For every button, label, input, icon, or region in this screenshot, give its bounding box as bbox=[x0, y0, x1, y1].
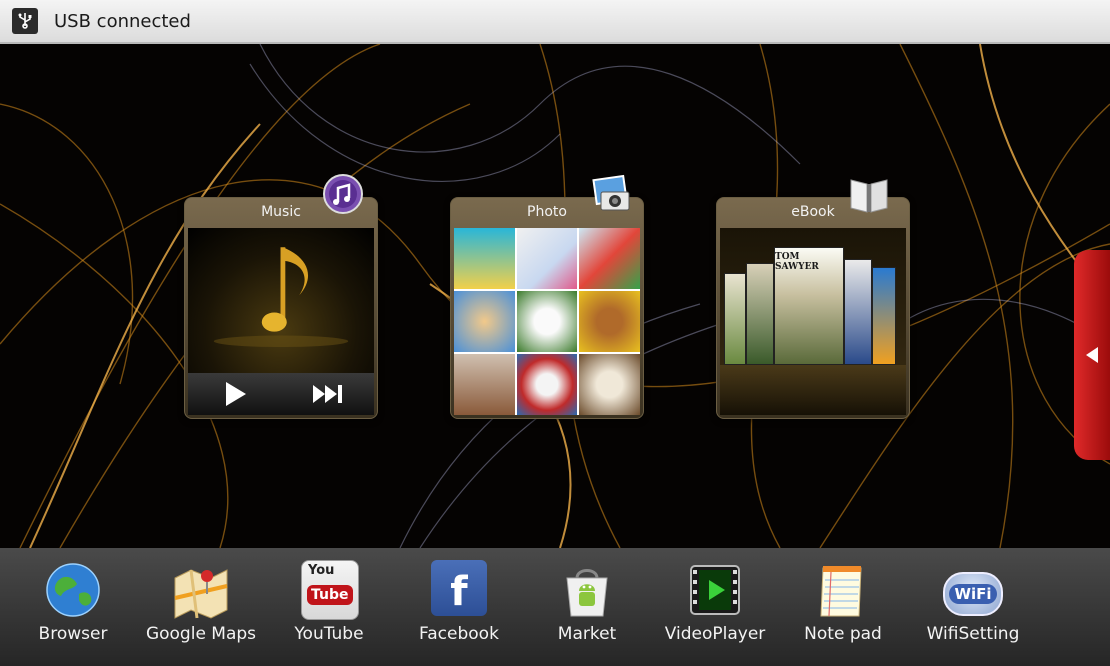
ebook-shelf: TOM SAWYER bbox=[720, 228, 906, 415]
photo-thumbnail[interactable] bbox=[579, 291, 640, 352]
dock-item-youtube[interactable]: You Tube YouTube bbox=[264, 548, 394, 666]
play-icon bbox=[225, 382, 246, 406]
home-screen: USB connected Music Photo eBook TOM SAWY… bbox=[0, 0, 1110, 666]
usb-icon bbox=[12, 8, 38, 34]
wifi-glyph: WiFi bbox=[949, 584, 997, 604]
wifi-icon: WiFi bbox=[943, 572, 1003, 616]
dock-item-wifisetting[interactable]: WiFi WifiSetting bbox=[908, 548, 1038, 666]
music-visual bbox=[188, 228, 374, 415]
ebook-widget[interactable]: eBook TOM SAWYER bbox=[716, 179, 910, 419]
photo-thumbnail[interactable] bbox=[579, 354, 640, 415]
book-cover-featured[interactable]: TOM SAWYER bbox=[774, 247, 844, 365]
book-title: TOM SAWYER bbox=[775, 252, 819, 272]
dock-label: Browser bbox=[38, 624, 108, 644]
photo-grid bbox=[454, 228, 640, 415]
dock-item-note-pad[interactable]: Note pad bbox=[778, 548, 908, 666]
dock-item-videoplayer[interactable]: VideoPlayer bbox=[650, 548, 780, 666]
photo-thumbnail[interactable] bbox=[454, 291, 515, 352]
facebook-glyph: f bbox=[450, 569, 468, 615]
status-bar[interactable]: USB connected bbox=[0, 0, 1110, 44]
play-button[interactable] bbox=[218, 377, 252, 411]
photo-widget[interactable]: Photo bbox=[450, 174, 644, 419]
photo-icon bbox=[591, 172, 635, 216]
facebook-icon: f bbox=[431, 560, 487, 616]
dock-label: Market bbox=[557, 624, 617, 644]
dock-label: Facebook bbox=[419, 624, 499, 644]
ebook-icon bbox=[847, 172, 891, 216]
dock-label: WifiSetting bbox=[926, 624, 1020, 644]
book-cover[interactable] bbox=[872, 267, 896, 365]
globe-icon bbox=[46, 563, 100, 617]
dock-label: Note pad bbox=[804, 624, 882, 644]
market-icon bbox=[566, 569, 608, 617]
photo-thumbnail[interactable] bbox=[516, 291, 578, 352]
music-controls bbox=[188, 373, 374, 415]
app-drawer-tab[interactable] bbox=[1074, 250, 1110, 460]
next-track-button[interactable] bbox=[311, 377, 345, 411]
photo-thumbnail[interactable] bbox=[579, 228, 640, 289]
map-icon bbox=[174, 569, 228, 619]
photo-thumbnail[interactable] bbox=[516, 354, 578, 415]
youtube-tube-text: Tube bbox=[307, 585, 353, 605]
status-text: USB connected bbox=[54, 10, 191, 32]
dock-item-facebook[interactable]: f Facebook bbox=[394, 548, 524, 666]
photo-thumbnail[interactable] bbox=[516, 228, 578, 289]
dock-label: VideoPlayer bbox=[664, 624, 766, 644]
book-cover[interactable] bbox=[746, 263, 774, 365]
skip-next-icon bbox=[312, 385, 342, 403]
book-cover[interactable] bbox=[724, 273, 746, 365]
book-cover[interactable] bbox=[844, 259, 872, 365]
youtube-you-text: You bbox=[308, 563, 335, 578]
music-icon bbox=[321, 172, 365, 216]
dock-item-browser[interactable]: Browser bbox=[8, 548, 138, 666]
music-note-icon bbox=[213, 247, 349, 348]
photo-thumbnail[interactable] bbox=[454, 354, 515, 415]
app-dock: Browser Google Maps You Tube YouTube f F… bbox=[0, 548, 1110, 666]
dock-item-market[interactable]: Market bbox=[522, 548, 652, 666]
photo-thumbnail[interactable] bbox=[454, 228, 515, 289]
youtube-icon: You Tube bbox=[301, 560, 359, 620]
notepad-icon bbox=[820, 566, 862, 617]
dock-label: YouTube bbox=[294, 624, 364, 644]
book-reflection bbox=[720, 365, 906, 415]
dock-item-google-maps[interactable]: Google Maps bbox=[136, 548, 266, 666]
video-player-icon bbox=[690, 565, 740, 615]
dock-label: Google Maps bbox=[145, 624, 257, 644]
arrow-left-icon bbox=[1086, 347, 1098, 363]
music-widget[interactable]: Music bbox=[184, 174, 378, 419]
photo-grid-container bbox=[454, 228, 640, 415]
